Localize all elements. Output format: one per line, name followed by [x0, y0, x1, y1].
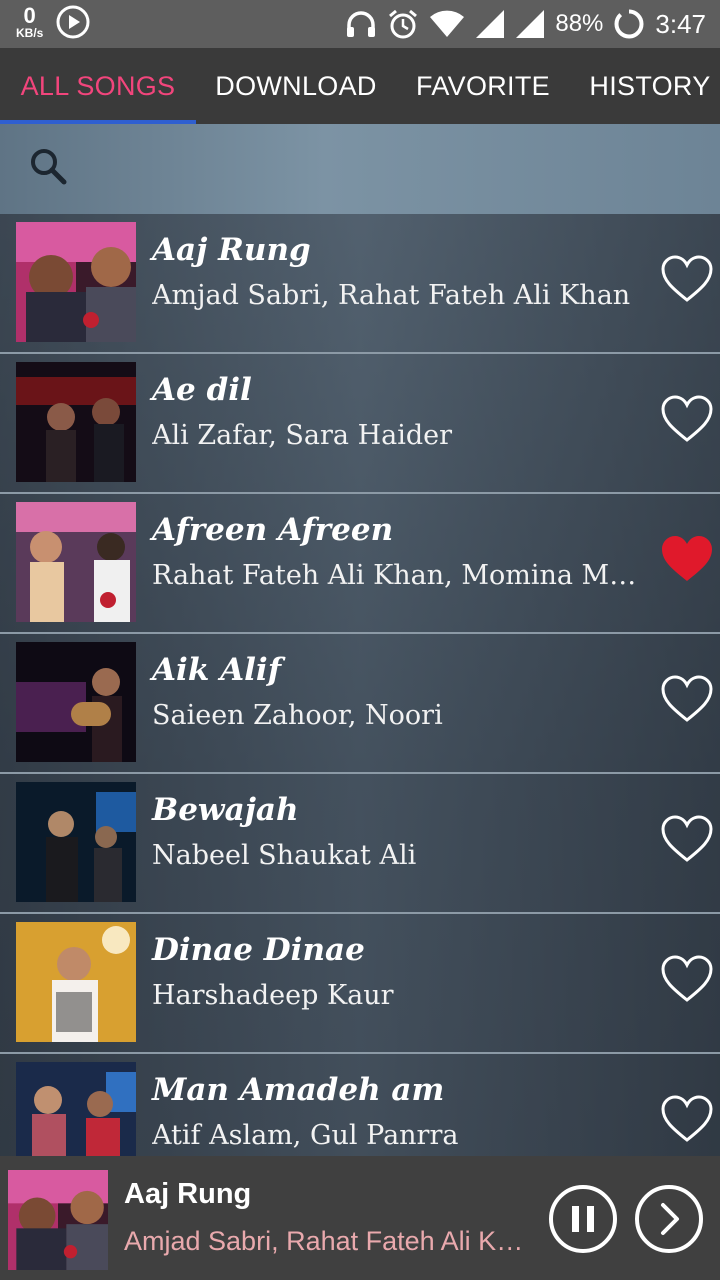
headphones-icon: [347, 11, 376, 37]
song-artist: Atif Aslam, Gul Panrra: [152, 1120, 459, 1151]
song-title: Dinae Dinae: [152, 932, 365, 968]
tab-favorite[interactable]: FAVORITE: [396, 48, 570, 124]
heart-outline-icon[interactable]: [660, 394, 714, 444]
search-bar[interactable]: [0, 124, 720, 214]
tab-history[interactable]: HISTORY: [570, 48, 720, 124]
album-art: [16, 222, 136, 342]
song-row[interactable]: Dinae Dinae Harshadeep Kaur: [0, 914, 720, 1052]
search-icon[interactable]: [28, 146, 68, 186]
heart-outline-icon[interactable]: [660, 674, 714, 724]
battery-percent: 88%: [555, 10, 604, 37]
tab-bar: ALL SONGS DOWNLOAD FAVORITE HISTORY: [0, 48, 720, 124]
album-art: [16, 922, 136, 1042]
next-icon[interactable]: [634, 1184, 704, 1254]
heart-outline-icon[interactable]: [660, 954, 714, 1004]
song-title: Bewajah: [152, 792, 299, 828]
heart-outline-icon[interactable]: [660, 814, 714, 864]
album-art: [16, 782, 136, 902]
now-playing-bar[interactable]: Aaj Rung Amjad Sabri, Rahat Fateh Ali Kh…: [0, 1156, 720, 1280]
song-artist: Harshadeep Kaur: [152, 980, 394, 1011]
song-row[interactable]: Aaj Rung Amjad Sabri, Rahat Fateh Ali Kh…: [0, 214, 720, 352]
song-artist: Rahat Fateh Ali Khan, Momina Mustehsan: [152, 560, 652, 591]
tab-all-songs[interactable]: ALL SONGS: [0, 48, 196, 124]
tab-label: FAVORITE: [416, 70, 550, 101]
album-art: [16, 642, 136, 762]
heart-outline-icon[interactable]: [660, 254, 714, 304]
album-art: [16, 362, 136, 482]
battery-icon: [614, 9, 644, 39]
heart-filled-icon[interactable]: [660, 534, 714, 584]
wifi-icon: [430, 10, 465, 37]
network-speed-value: 0: [23, 3, 36, 28]
album-art: [16, 1062, 136, 1156]
song-title: Afreen Afreen: [152, 512, 394, 548]
now-playing-album-art[interactable]: [8, 1170, 108, 1270]
tab-label: HISTORY: [589, 70, 711, 101]
alarm-icon: [389, 9, 418, 39]
clock: 3:47: [655, 8, 706, 39]
tab-label: ALL SONGS: [20, 70, 176, 101]
song-row[interactable]: Aik Alif Saieen Zahoor, Noori: [0, 634, 720, 772]
now-playing-artist: Amjad Sabri, Rahat Fateh Ali Khan: [124, 1226, 534, 1256]
song-artist: Nabeel Shaukat Ali: [152, 840, 417, 871]
song-title: Aaj Rung: [152, 232, 311, 268]
song-row[interactable]: Afreen Afreen Rahat Fateh Ali Khan, Momi…: [0, 494, 720, 632]
status-bar: 0 KB/s 88% 3:47: [0, 0, 720, 48]
network-speed: 0 KB/s: [16, 3, 44, 40]
signal-icon: [476, 10, 505, 38]
song-list[interactable]: Aaj Rung Amjad Sabri, Rahat Fateh Ali Kh…: [0, 214, 720, 1156]
song-artist: Saieen Zahoor, Noori: [152, 700, 443, 731]
song-row[interactable]: Man Amadeh am Atif Aslam, Gul Panrra: [0, 1054, 720, 1156]
song-artist: Amjad Sabri, Rahat Fateh Ali Khan: [152, 280, 631, 311]
song-row[interactable]: Ae dil Ali Zafar, Sara Haider: [0, 354, 720, 492]
album-art: [16, 502, 136, 622]
play-circle-icon: [56, 5, 90, 39]
song-row[interactable]: Bewajah Nabeel Shaukat Ali: [0, 774, 720, 912]
song-title: Man Amadeh am: [152, 1072, 445, 1108]
network-speed-unit: KB/s: [16, 26, 44, 40]
heart-outline-icon[interactable]: [660, 1094, 714, 1144]
tab-label: DOWNLOAD: [215, 70, 377, 101]
song-title: Ae dil: [152, 372, 252, 408]
now-playing-title: Aaj Rung: [124, 1178, 252, 1210]
song-artist: Ali Zafar, Sara Haider: [152, 420, 453, 451]
tab-download[interactable]: DOWNLOAD: [196, 48, 396, 124]
pause-icon[interactable]: [548, 1184, 618, 1254]
signal-icon: [516, 10, 545, 38]
song-title: Aik Alif: [152, 652, 282, 688]
